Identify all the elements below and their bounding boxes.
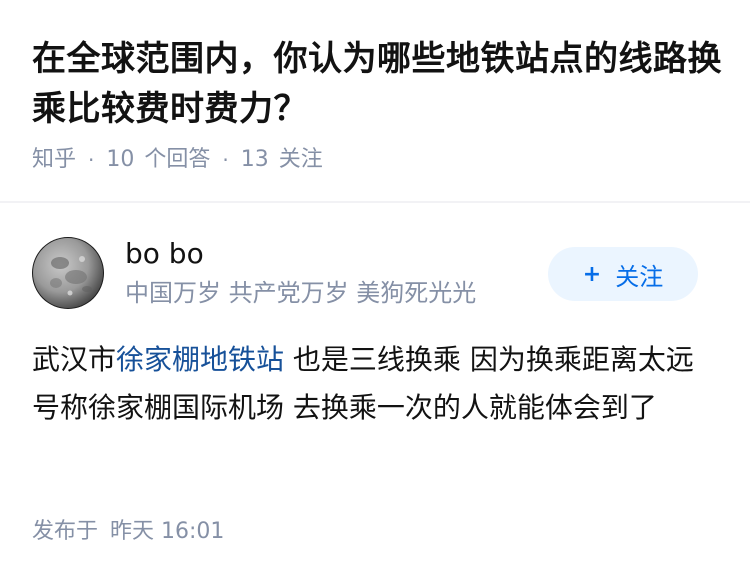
answer-count: 10 xyxy=(106,147,135,172)
posted-label: 发布于 xyxy=(32,519,99,544)
author-bio: 中国万岁 共产党万岁 美狗死光光 xyxy=(125,279,477,307)
follow-button-label: 关注 xyxy=(615,262,664,291)
author-name[interactable]: bo bo xyxy=(125,236,204,272)
moon-avatar-icon[interactable] xyxy=(32,237,104,309)
question-meta: 知乎 · 10 个回答 · 13 关注 xyxy=(32,144,323,176)
separator-dot: · xyxy=(222,148,229,172)
follower-count: 13 xyxy=(240,147,269,172)
station-link[interactable]: 徐家棚地铁站 xyxy=(116,343,284,376)
section-divider xyxy=(0,201,750,203)
source-label[interactable]: 知乎 xyxy=(32,144,76,176)
answer-count-label[interactable]: 个回答 xyxy=(144,144,210,176)
answer-page: 在全球范围内，你认为哪些地铁站点的线路换乘比较费时费力？ 知乎 · 10 个回答… xyxy=(0,0,750,586)
separator-dot: · xyxy=(88,148,95,172)
follow-button[interactable]: + 关注 xyxy=(548,247,698,301)
plus-icon: + xyxy=(582,261,602,287)
question-title[interactable]: 在全球范围内，你认为哪些地铁站点的线路换乘比较费时费力？ xyxy=(32,34,732,134)
posted-info: 发布于 昨天 16:01 xyxy=(32,516,224,548)
answer-text-before: 武汉市 xyxy=(32,343,117,376)
follower-count-label[interactable]: 关注 xyxy=(279,144,323,176)
answer-content: 武汉市徐家棚地铁站 也是三线换乘 因为换乘距离太远 号称徐家棚国际机场 去换乘一… xyxy=(32,336,722,432)
posted-time[interactable]: 昨天 16:01 xyxy=(110,519,224,544)
